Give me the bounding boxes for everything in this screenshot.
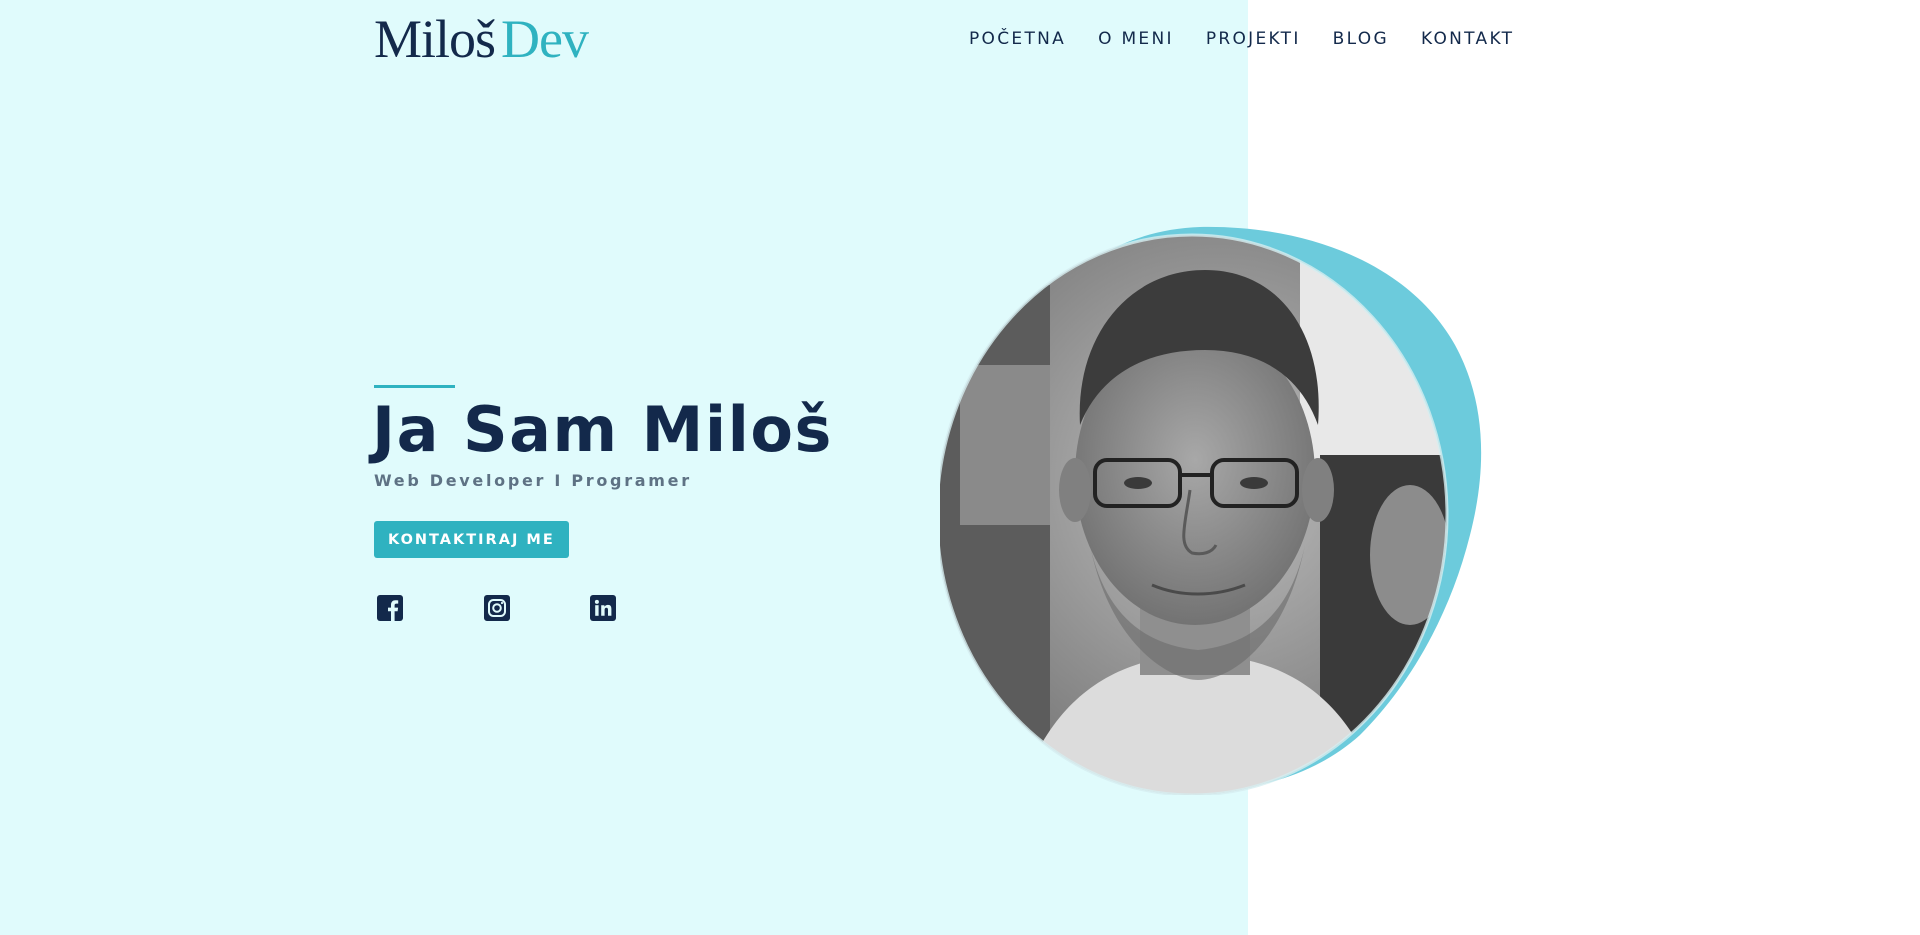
nav-item-kontakt[interactable]: KONTAKT — [1421, 27, 1514, 51]
title-accent-line — [374, 385, 455, 388]
hero-title: Ja Sam Miloš — [372, 393, 833, 466]
site-logo[interactable]: Miloš Dev — [374, 9, 589, 69]
hero-subtitle: Web Developer I Programer — [374, 471, 692, 490]
facebook-icon[interactable] — [377, 595, 403, 621]
linkedin-icon[interactable] — [590, 595, 616, 621]
page: Miloš Dev POČETNA O MENI PROJEKTI BLOG KO… — [0, 0, 1920, 935]
main-nav: POČETNA O MENI PROJEKTI BLOG KONTAKT — [969, 27, 1514, 51]
nav-item-o-meni[interactable]: O MENI — [1098, 27, 1174, 51]
profile-photo-area — [935, 225, 1495, 797]
nav-item-blog[interactable]: BLOG — [1333, 27, 1389, 51]
nav-item-pocetna[interactable]: POČETNA — [969, 27, 1066, 51]
instagram-icon[interactable] — [484, 595, 510, 621]
contact-me-button[interactable]: KONTAKTIRAJ ME — [374, 521, 569, 558]
logo-text-name: Miloš — [374, 9, 496, 69]
logo-text-dev: Dev — [501, 9, 589, 69]
profile-photo-graphic — [935, 226, 1482, 797]
nav-item-projekti[interactable]: PROJEKTI — [1206, 27, 1301, 51]
